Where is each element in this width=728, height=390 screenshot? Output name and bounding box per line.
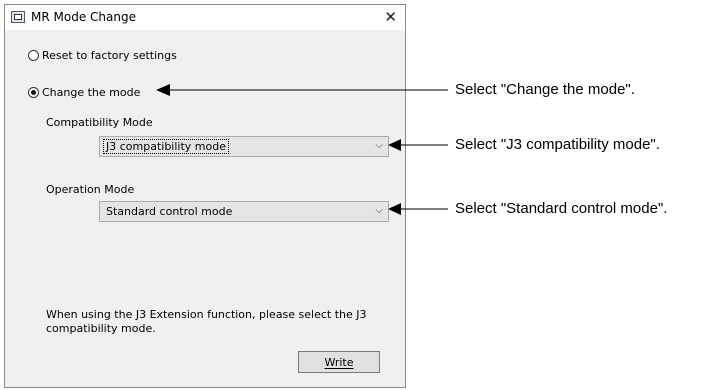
write-button-label: Write bbox=[324, 355, 354, 369]
write-button[interactable]: Write bbox=[298, 351, 380, 373]
chevron-down-icon: ⌵ bbox=[375, 140, 383, 151]
reset-radio-label: Reset to factory settings bbox=[42, 49, 177, 62]
change-mode-radio-option[interactable]: Change the mode bbox=[28, 86, 140, 99]
operation-mode-select[interactable]: Standard control mode ⌵ bbox=[99, 201, 389, 222]
title-bar: MR Mode Change ✕ bbox=[5, 5, 405, 30]
change-mode-radio-label: Change the mode bbox=[42, 86, 141, 99]
compatibility-mode-label: Compatibility Mode bbox=[46, 116, 153, 129]
operation-mode-value: Standard control mode bbox=[106, 205, 233, 218]
mr-mode-change-dialog: MR Mode Change ✕ Reset to factory settin… bbox=[4, 4, 406, 388]
close-icon[interactable]: ✕ bbox=[384, 7, 397, 27]
dialog-title: MR Mode Change bbox=[31, 10, 136, 24]
compatibility-mode-select[interactable]: J3 compatibility mode ⌵ bbox=[99, 136, 389, 157]
change-mode-radio-button[interactable] bbox=[28, 87, 39, 98]
chevron-down-icon: ⌵ bbox=[375, 205, 383, 216]
j3-extension-note: When using the J3 Extension function, pl… bbox=[46, 308, 367, 335]
annotation-standard-mode: Select "Standard control mode". bbox=[455, 200, 668, 217]
compatibility-mode-value: J3 compatibility mode bbox=[103, 139, 229, 154]
operation-mode-label: Operation Mode bbox=[46, 183, 135, 196]
dialog-content: Reset to factory settings Change the mod… bbox=[5, 30, 405, 387]
app-window-icon bbox=[11, 11, 25, 23]
annotation-change-mode: Select "Change the mode". bbox=[455, 81, 635, 98]
reset-radio-option[interactable]: Reset to factory settings bbox=[28, 49, 177, 62]
reset-radio-button[interactable] bbox=[28, 50, 39, 61]
annotation-compat-mode: Select "J3 compatibility mode". bbox=[455, 136, 660, 153]
